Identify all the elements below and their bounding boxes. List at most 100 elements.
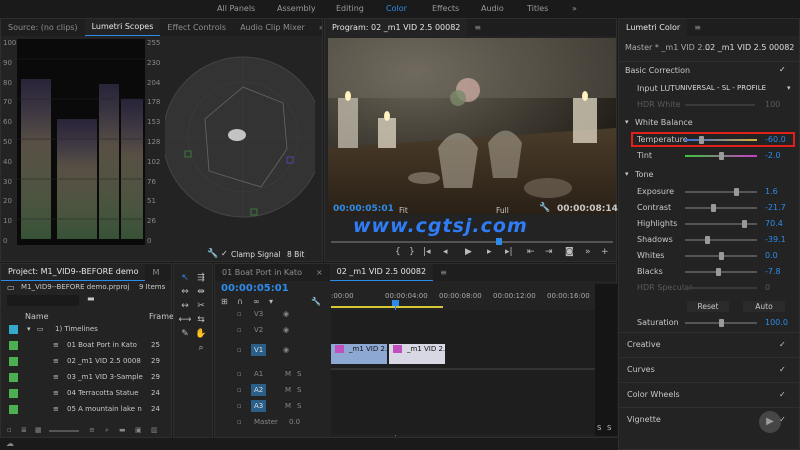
fit-select[interactable]: Fit	[399, 206, 408, 215]
basic-correction-header[interactable]: Basic Correction ✓	[619, 61, 799, 75]
lock-icon[interactable]: ▫	[237, 418, 242, 426]
tab-sequence-2[interactable]: 02 _m1 VID 2.5 00082	[329, 264, 434, 281]
ripple-edit-tool-icon[interactable]: ⇔	[178, 286, 192, 298]
tone-slider-knob[interactable]	[733, 188, 739, 196]
more-controls-icon[interactable]: »	[585, 247, 591, 257]
solo-button[interactable]: S	[297, 402, 301, 410]
razor-tool-icon[interactable]: ✂	[194, 300, 208, 312]
meter-solo-left[interactable]: S	[597, 424, 601, 432]
program-timecode[interactable]: 00:00:05:01	[333, 204, 394, 214]
tone-slider-knob[interactable]	[718, 252, 724, 260]
rate-stretch-tool-icon[interactable]: ↔	[178, 300, 192, 312]
program-scrub-bar[interactable]	[331, 238, 613, 245]
close-icon[interactable]: ×	[309, 264, 330, 281]
workspace-editing[interactable]: Editing	[336, 0, 364, 17]
lock-icon[interactable]: ▫	[237, 310, 242, 318]
saturation-slider[interactable]	[685, 319, 757, 327]
find-icon[interactable]: ⌕	[105, 426, 109, 435]
tone-header[interactable]: ▾ Tone	[619, 168, 799, 181]
workspace-effects[interactable]: Effects	[432, 0, 459, 17]
mute-button[interactable]: M	[285, 386, 291, 394]
saturation-value[interactable]: 100.0	[765, 316, 788, 329]
master-volume-value[interactable]: 0.0	[289, 418, 300, 426]
clamp-signal-checkbox[interactable]: ✓	[221, 249, 228, 258]
workspace-more-icon[interactable]: »	[572, 0, 577, 17]
tab-lumetri-scopes[interactable]: Lumetri Scopes	[84, 19, 161, 36]
creative-section[interactable]: Creative ✓	[619, 332, 799, 356]
lock-icon[interactable]: ▫	[237, 402, 242, 410]
curves-section[interactable]: Curves ✓	[619, 357, 799, 381]
add-marker-icon[interactable]: ▾	[269, 297, 273, 306]
pen-tool-icon[interactable]: ✎	[178, 328, 192, 340]
hand-tool-icon[interactable]: ✋	[194, 328, 208, 340]
timeline-wrench-icon[interactable]: 🔧	[311, 297, 321, 306]
overwrite-icon[interactable]: ⇥	[545, 247, 553, 257]
curves-checkbox[interactable]: ✓	[779, 366, 787, 374]
timeline-clip-2[interactable]: _m1 VID 2.5	[389, 344, 445, 364]
master-clip-label[interactable]: Master * _m1 VID 2....	[625, 41, 713, 54]
program-title[interactable]: Program: 02 _m1 VID 2.5 00082	[325, 19, 468, 36]
lumetri-title[interactable]: Lumetri Color	[619, 19, 688, 36]
tint-slider-knob[interactable]	[719, 152, 724, 160]
tone-slider[interactable]	[685, 236, 757, 244]
tone-value[interactable]: 70.4	[765, 217, 783, 230]
tone-value[interactable]: -21.7	[765, 201, 786, 214]
lock-icon[interactable]: ▫	[237, 386, 242, 394]
tone-slider-knob[interactable]	[705, 236, 711, 244]
workspace-color[interactable]: Color	[386, 0, 407, 17]
step-forward-icon[interactable]: ▸	[487, 247, 492, 257]
track-header[interactable]: ▫ A1 M S	[215, 368, 327, 383]
program-menu-icon[interactable]: ≡	[467, 19, 488, 36]
temperature-value[interactable]: -60.0	[765, 133, 786, 146]
timeline-timecode[interactable]: 00:00:05:01	[221, 283, 289, 294]
auto-button[interactable]: Auto	[743, 301, 785, 312]
mute-button[interactable]: M	[285, 402, 291, 410]
tab-source[interactable]: Source: (no clips)	[1, 19, 85, 36]
tab-media[interactable]: M	[145, 264, 166, 281]
eye-icon[interactable]: ◉	[283, 310, 289, 318]
step-back-icon[interactable]: ◂	[443, 247, 448, 257]
workspace-assembly[interactable]: Assembly	[277, 0, 316, 17]
timeline-ruler[interactable]: :00:00 00:00:04:00 00:00:08:00 00:00:12:00 0…	[331, 290, 617, 306]
new-bin-icon[interactable]: ▬	[87, 294, 95, 303]
delete-icon[interactable]: ▥	[151, 426, 158, 434]
go-to-in-icon[interactable]: |◂	[423, 247, 431, 257]
tone-value[interactable]: -39.1	[765, 233, 786, 246]
creative-checkbox[interactable]: ✓	[779, 341, 787, 349]
color-wheels-section[interactable]: Color Wheels ✓	[619, 382, 799, 406]
track-select-tool-icon[interactable]: ⇶	[194, 272, 208, 284]
export-frame-icon[interactable]: ◙	[565, 247, 574, 257]
lock-icon[interactable]: ▫	[237, 370, 242, 378]
tab-sequence-1[interactable]: 01 Boat Port in Kato	[215, 264, 309, 281]
tone-slider[interactable]	[685, 220, 757, 228]
play-icon[interactable]: ▶	[465, 247, 472, 257]
track-header[interactable]: ▫ A3 M S	[215, 400, 327, 415]
tint-value[interactable]: -2.0	[765, 149, 781, 162]
slide-tool-icon[interactable]: ⇆	[194, 314, 208, 326]
track-header[interactable]: ▫ A2 M S	[215, 384, 327, 399]
zoom-slider[interactable]	[49, 430, 79, 432]
tint-slider[interactable]	[685, 152, 757, 160]
tone-slider-knob[interactable]	[715, 268, 721, 276]
workspace-audio[interactable]: Audio	[481, 0, 504, 17]
tone-value[interactable]: 0.0	[765, 249, 778, 262]
timeline-playhead-handle[interactable]	[392, 300, 399, 306]
zoom-tool-icon[interactable]: ⌕	[194, 342, 208, 354]
add-button-icon[interactable]: +	[601, 247, 609, 257]
list-item[interactable]: ≡ 05 A mountain lake n 24	[1, 402, 171, 417]
list-item[interactable]: ≡ 04 Terracotta Statue 24	[1, 386, 171, 401]
lock-icon[interactable]: ▫	[237, 326, 242, 334]
wrench-icon[interactable]: 🔧	[207, 249, 218, 259]
timeline-menu-icon[interactable]: ≡	[433, 264, 454, 281]
tab-effect-controls[interactable]: Effect Controls	[160, 19, 233, 36]
tone-value[interactable]: -7.8	[765, 265, 781, 278]
meter-solo-right[interactable]: S	[607, 424, 611, 432]
tone-slider[interactable]	[685, 268, 757, 276]
temperature-slider[interactable]	[685, 136, 757, 144]
wrench-icon[interactable]: 🔧	[539, 203, 550, 213]
sort-icon[interactable]: ≡	[89, 426, 95, 434]
new-bin-icon[interactable]: ▬	[119, 426, 126, 434]
project-search-input[interactable]	[7, 295, 79, 306]
clip-select[interactable]: 02 _m1 VID 2.5 00082	[705, 41, 794, 54]
track-label[interactable]: V2	[251, 324, 266, 336]
